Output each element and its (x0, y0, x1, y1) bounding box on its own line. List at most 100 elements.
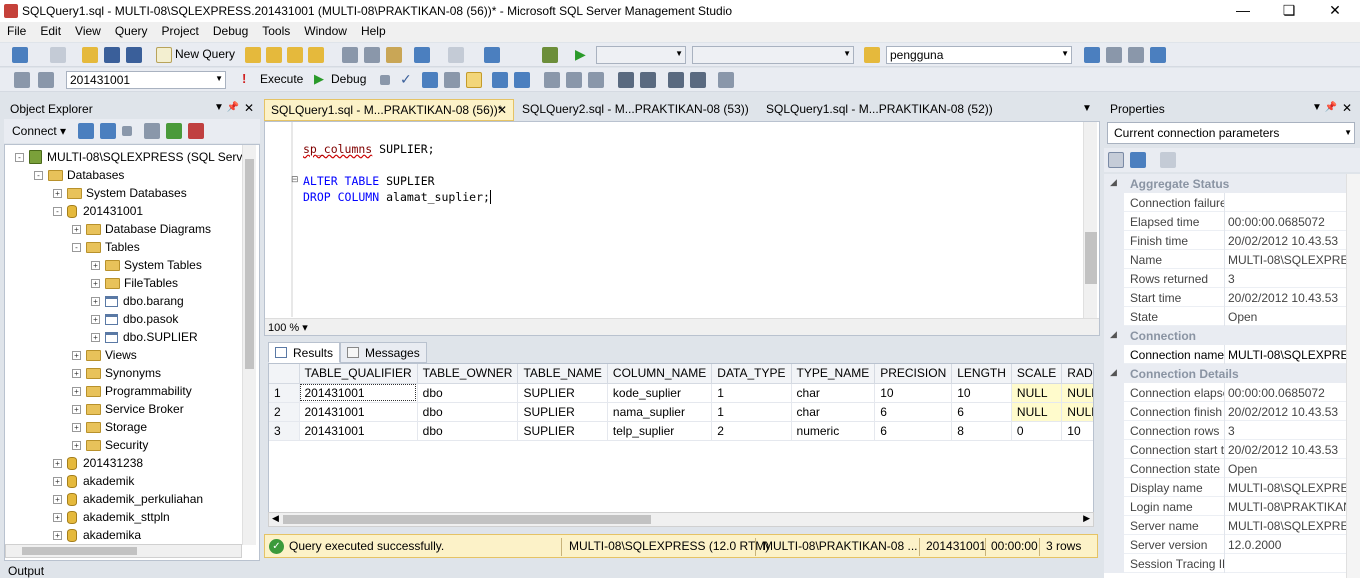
grid-cell[interactable]: dbo (417, 421, 519, 441)
copy-icon[interactable] (364, 47, 380, 63)
cut-icon[interactable] (342, 47, 358, 63)
property-row[interactable]: Connection elapsed 00:00:00.0685072 (1104, 383, 1360, 402)
property-row[interactable]: Start time 20/02/2012 10.43.53 (1104, 288, 1360, 307)
filter-icon[interactable] (144, 123, 160, 139)
tab-list-dropdown-icon[interactable]: ▼ (1082, 103, 1092, 114)
increase-indent-icon[interactable] (690, 72, 706, 88)
close-button[interactable]: ✕ (1312, 0, 1358, 22)
query-designer-icon[interactable] (444, 72, 460, 88)
column-header[interactable]: LENGTH (951, 364, 1012, 384)
tree-node[interactable]: + Storage (72, 418, 147, 436)
results-horizontal-scrollbar[interactable]: ◀ ▶ (268, 512, 1094, 527)
categorized-icon[interactable] (1108, 152, 1124, 168)
table-row[interactable]: 3 201431001 dbo SUPLIER telp_suplier 2 numeric… (269, 421, 1093, 441)
property-row[interactable]: Display name MULTI-08\SQLEXPRESS (1104, 478, 1360, 497)
connect-icon[interactable] (14, 72, 30, 88)
property-row[interactable]: Finish time 20/02/2012 10.43.53 (1104, 231, 1360, 250)
query-type3-icon[interactable] (287, 47, 303, 63)
tree-node[interactable]: + akademik_perkuliahan (53, 490, 203, 508)
collapse-icon[interactable]: - (15, 152, 24, 162)
parse-icon[interactable]: ✓ (400, 71, 412, 88)
tree-node[interactable]: + Service Broker (72, 400, 184, 418)
property-row[interactable]: Elapsed time 00:00:00.0685072 (1104, 212, 1360, 231)
solution-icon[interactable] (542, 47, 558, 63)
cancel-query-icon[interactable] (380, 75, 390, 85)
properties-object-combo[interactable]: Current connection parameters ▼ (1107, 122, 1355, 144)
tree-vertical-scrollbar[interactable] (242, 145, 256, 545)
editor-vertical-scrollbar[interactable] (1083, 122, 1097, 318)
collapse-icon[interactable]: - (72, 242, 81, 252)
column-header[interactable]: SCALE (1011, 364, 1063, 384)
column-header[interactable]: COLUMN_NAME (607, 364, 713, 384)
property-category[interactable]: ◢ Aggregate Status (1104, 174, 1360, 193)
comment-icon[interactable] (618, 72, 634, 88)
property-row[interactable]: Connection rows 3 (1104, 421, 1360, 440)
grid-cell[interactable]: numeric (791, 421, 876, 441)
expand-icon[interactable]: + (53, 512, 62, 522)
expand-icon[interactable]: + (91, 260, 100, 270)
start-icon[interactable]: ▶ (575, 46, 586, 63)
collapse-icon[interactable]: ⊟ (291, 174, 299, 185)
redo-icon[interactable] (448, 47, 464, 63)
tree-node[interactable]: + FileTables (91, 274, 178, 292)
menu-window[interactable]: Window (297, 22, 354, 40)
debug-button[interactable]: Debug (331, 72, 366, 86)
menu-view[interactable]: View (68, 22, 108, 40)
grid-cell[interactable]: 201431001 (299, 421, 418, 441)
row-number[interactable]: 2 (269, 402, 300, 422)
column-header[interactable]: RADIX (1061, 364, 1093, 384)
open-folder-icon[interactable] (82, 47, 98, 63)
column-header[interactable]: PRECISION (874, 364, 953, 384)
property-category[interactable]: ◢ Connection (1104, 326, 1360, 345)
expand-icon[interactable]: + (91, 296, 100, 306)
grid-cell[interactable]: 0 (1011, 421, 1063, 441)
results-text-icon[interactable] (544, 72, 560, 88)
paste-icon[interactable] (386, 47, 402, 63)
available-databases-combo[interactable]: 201431001 ▼ (66, 71, 226, 89)
grid-cell[interactable]: NULL (1011, 402, 1063, 422)
menu-help[interactable]: Help (354, 22, 393, 40)
property-row[interactable]: Connection name MULTI-08\SQLEXPRESS (1104, 345, 1360, 364)
tree-node[interactable]: + System Databases (53, 184, 187, 202)
find-combo[interactable]: pengguna ▼ (886, 46, 1072, 64)
find-icon[interactable] (864, 47, 880, 63)
tree-node[interactable]: + Programmability (72, 382, 192, 400)
grid-cell[interactable]: SUPLIER (517, 421, 608, 441)
client-stats-icon[interactable] (514, 72, 530, 88)
grid-cell[interactable]: 10 (1061, 421, 1093, 441)
new-query-icon[interactable] (156, 47, 172, 63)
expand-icon[interactable]: + (53, 458, 62, 468)
tree-node[interactable]: + Database Diagrams (72, 220, 211, 238)
grid-cell[interactable]: char (791, 383, 876, 403)
grid-cell[interactable]: char (791, 402, 876, 422)
grid-cell[interactable]: 1 (711, 383, 792, 403)
include-plan-icon[interactable] (492, 72, 508, 88)
tree-node[interactable]: + Views (72, 346, 137, 364)
grid-cell[interactable]: 201431001 (299, 383, 418, 403)
stop-icon[interactable] (122, 126, 132, 136)
row-number[interactable]: 1 (269, 383, 300, 403)
property-row[interactable]: Login name MULTI-08\PRAKTIKAN- (1104, 497, 1360, 516)
menu-debug[interactable]: Debug (206, 22, 255, 40)
grid-cell[interactable]: 1 (711, 402, 792, 422)
column-header[interactable]: TABLE_OWNER (417, 364, 519, 384)
execute-button[interactable]: Execute (260, 72, 303, 86)
grid-cell[interactable]: 2 (711, 421, 792, 441)
tree-node[interactable]: +201431238 (53, 454, 143, 472)
expand-icon[interactable]: + (53, 476, 62, 486)
activity-monitor-icon[interactable] (188, 123, 204, 139)
collapse-icon[interactable]: ◢ (1110, 367, 1117, 378)
tree-node[interactable]: + dbo.pasok (91, 310, 178, 328)
display-plan-icon[interactable] (422, 72, 438, 88)
new-query-button[interactable]: New Query (175, 47, 235, 61)
tree-node[interactable]: + akademik_sttpln (53, 508, 170, 526)
menu-edit[interactable]: Edit (33, 22, 68, 40)
expand-icon[interactable]: + (72, 422, 81, 432)
property-row[interactable]: Connection finish 20/02/2012 10.43.53 (1104, 402, 1360, 421)
column-header[interactable] (269, 364, 300, 384)
tree-node[interactable]: + Synonyms (72, 364, 161, 382)
expand-icon[interactable]: + (53, 494, 62, 504)
specify-values-icon[interactable] (718, 72, 734, 88)
tab-sqlquery1-52[interactable]: SQLQuery1.sql - M...PRAKTIKAN-08 (52)) (760, 99, 999, 121)
minimize-button[interactable]: — (1220, 0, 1266, 22)
